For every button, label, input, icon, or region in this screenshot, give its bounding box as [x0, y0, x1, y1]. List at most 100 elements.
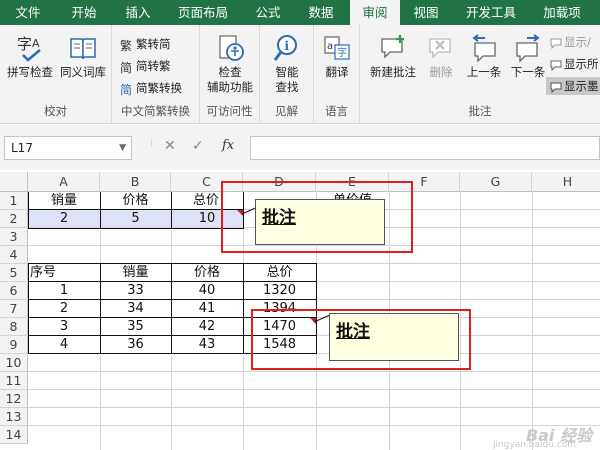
- cell-c8[interactable]: 42: [171, 318, 243, 336]
- cell-b5[interactable]: 销量: [100, 264, 171, 282]
- row-header-1[interactable]: 1: [0, 192, 28, 210]
- cell-b6[interactable]: 33: [100, 282, 171, 300]
- group-label-chinese: 中文简繁转换: [121, 104, 190, 118]
- select-all-corner[interactable]: [0, 172, 28, 192]
- highlight-frame: [221, 181, 413, 253]
- row-header-9[interactable]: 9: [0, 336, 28, 354]
- smart-lookup-button[interactable]: i 智能 查找: [262, 33, 312, 95]
- group-comments: 新建批注 删除 上一条 下一条 显示/ 显示所 显示墨 批注: [360, 25, 600, 123]
- spell-check-button[interactable]: 字 A 拼写检查: [4, 33, 56, 80]
- show-all-comments-button[interactable]: 显示所: [550, 55, 599, 73]
- group-label-language: 语言: [325, 104, 348, 118]
- thesaurus-button[interactable]: 同义词库: [56, 33, 110, 80]
- cell-a2[interactable]: 2: [28, 210, 100, 228]
- row-header-14[interactable]: 14: [0, 426, 28, 444]
- convert-button[interactable]: 简简繁转换: [120, 79, 182, 97]
- enter-icon[interactable]: ✓: [192, 138, 204, 154]
- cell-c1[interactable]: 总价: [171, 192, 223, 210]
- tab-addins[interactable]: 加载项: [530, 0, 594, 25]
- new-comment-button[interactable]: 新建批注: [366, 33, 420, 80]
- row-header-2[interactable]: 2: [0, 210, 28, 228]
- cell-b7[interactable]: 34: [100, 300, 171, 318]
- cell-b2[interactable]: 5: [100, 210, 171, 228]
- cell-c5[interactable]: 价格: [171, 264, 243, 282]
- spell-check-icon: 字 A: [17, 35, 41, 62]
- cell-b8[interactable]: 35: [100, 318, 171, 336]
- tab-view[interactable]: 视图: [400, 0, 452, 25]
- column-header-h[interactable]: H: [532, 172, 600, 192]
- row-header-10[interactable]: 10: [0, 354, 28, 372]
- row-header-13[interactable]: 13: [0, 408, 28, 426]
- translate-icon: a 字: [324, 36, 350, 60]
- worksheet-grid[interactable]: A B C D E F G H 1 2 3 4 5 6 7 8 9 10 11 …: [0, 172, 600, 450]
- cell-c7[interactable]: 41: [171, 300, 243, 318]
- tab-file[interactable]: 文件: [0, 0, 56, 25]
- row-header-3[interactable]: 3: [0, 228, 28, 246]
- cell-a1[interactable]: 销量: [28, 192, 100, 210]
- gridline: [28, 407, 600, 408]
- tab-formulas[interactable]: 公式: [242, 0, 294, 25]
- cell-a7[interactable]: 2: [28, 300, 100, 318]
- table2-border: [28, 281, 317, 282]
- previous-comment-button[interactable]: 上一条: [462, 33, 506, 80]
- insert-function-icon[interactable]: fx: [222, 138, 234, 153]
- row-header-11[interactable]: 11: [0, 372, 28, 390]
- cell-b1[interactable]: 价格: [100, 192, 171, 210]
- simp-to-trad-button[interactable]: 简简转繁: [120, 57, 171, 75]
- simp-to-trad-icon: 简: [120, 61, 132, 75]
- row-header-7[interactable]: 7: [0, 300, 28, 318]
- cell-a9[interactable]: 4: [28, 336, 100, 354]
- tab-developer[interactable]: 开发工具: [452, 0, 530, 25]
- previous-comment-icon: [472, 34, 496, 63]
- table2-border: [100, 263, 101, 354]
- svg-text:简: 简: [120, 61, 132, 74]
- cell-d6[interactable]: 1320: [243, 282, 316, 300]
- comment-icon: [550, 38, 562, 49]
- smart-lookup-icon: i: [273, 35, 297, 61]
- cell-a5[interactable]: 序号: [28, 264, 100, 282]
- table2-border: [171, 263, 172, 354]
- column-header-g[interactable]: G: [460, 172, 532, 192]
- more-icon: ⋮: [148, 139, 155, 147]
- show-ink-button[interactable]: 显示墨: [546, 77, 600, 95]
- row-header-6[interactable]: 6: [0, 282, 28, 300]
- cell-d5[interactable]: 总价: [243, 264, 316, 282]
- check-accessibility-button[interactable]: 检查 辅助功能: [202, 33, 258, 95]
- cell-c6[interactable]: 40: [171, 282, 243, 300]
- formula-input[interactable]: [250, 136, 600, 160]
- row-header-8[interactable]: 8: [0, 318, 28, 336]
- row-header-12[interactable]: 12: [0, 390, 28, 408]
- tab-home[interactable]: 开始: [56, 0, 112, 25]
- svg-text:繁: 繁: [120, 38, 132, 52]
- cell-c9[interactable]: 43: [171, 336, 243, 354]
- cancel-icon[interactable]: ✕: [164, 138, 176, 154]
- column-header-b[interactable]: B: [100, 172, 171, 192]
- watermark-url: jingyan.baidu.com: [492, 440, 576, 450]
- gridline: [532, 192, 533, 450]
- ink-icon: [550, 82, 562, 93]
- next-comment-button[interactable]: 下一条: [506, 33, 550, 80]
- chevron-down-icon[interactable]: ▼: [119, 137, 126, 159]
- cell-b9[interactable]: 36: [100, 336, 171, 354]
- row-header-5[interactable]: 5: [0, 264, 28, 282]
- name-box[interactable]: L17 ▼: [4, 136, 132, 160]
- column-header-a[interactable]: A: [28, 172, 100, 192]
- tab-page-layout[interactable]: 页面布局: [164, 0, 242, 25]
- group-label-accessibility: 可访问性: [206, 104, 253, 118]
- show-hide-comment-button[interactable]: 显示/: [550, 33, 591, 51]
- tab-insert[interactable]: 插入: [112, 0, 164, 25]
- group-label-insights: 见解: [275, 104, 298, 118]
- group-label-comments: 批注: [468, 104, 492, 118]
- cell-a8[interactable]: 3: [28, 318, 100, 336]
- tab-data[interactable]: 数据: [294, 0, 348, 25]
- row-header-4[interactable]: 4: [0, 246, 28, 264]
- tab-review[interactable]: 审阅: [350, 0, 400, 25]
- cell-a6[interactable]: 1: [28, 282, 100, 300]
- group-chinese-conversion: 繁繁转简 简简转繁 简简繁转换 中文简繁转换: [112, 25, 200, 123]
- ribbon-tab-bar: 文件 开始 插入 页面布局 公式 数据 审阅 视图 开发工具 加载项: [0, 0, 600, 25]
- translate-button[interactable]: a 字 翻译: [316, 33, 358, 80]
- next-comment-icon: [516, 34, 540, 63]
- delete-comment-button[interactable]: 删除: [420, 33, 462, 80]
- trad-to-simp-button[interactable]: 繁繁转简: [120, 35, 171, 53]
- svg-text:简: 简: [120, 83, 132, 96]
